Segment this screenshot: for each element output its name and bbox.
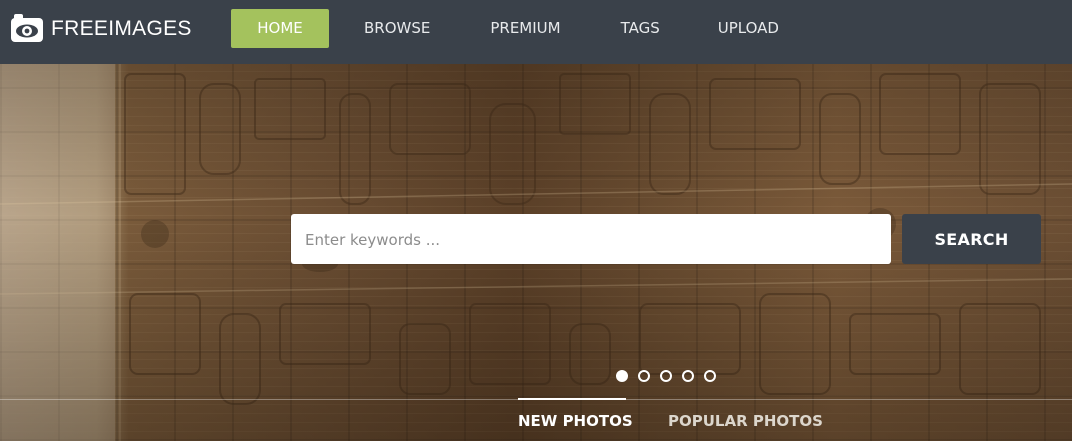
tab-popular-photos[interactable]: POPULAR PHOTOS <box>668 409 823 433</box>
search-button[interactable]: SEARCH <box>902 214 1041 264</box>
tab-new-photos[interactable]: NEW PHOTOS <box>518 409 633 433</box>
carousel-dot-5[interactable] <box>704 370 716 382</box>
carousel-dot-2[interactable] <box>638 370 650 382</box>
carousel-dot-1[interactable] <box>616 370 628 382</box>
site-logo[interactable]: FREEIMAGES <box>10 12 192 46</box>
nav-upload[interactable]: UPLOAD <box>718 9 779 48</box>
carousel-dot-4[interactable] <box>682 370 694 382</box>
brand-name: FREEIMAGES <box>51 17 192 40</box>
top-header: FREEIMAGES HOME BROWSE PREMIUM TAGS UPLO… <box>0 0 1072 64</box>
nav-home[interactable]: HOME <box>231 9 329 48</box>
carousel-dots <box>616 370 726 382</box>
hero-banner: SEARCH NEW PHOTOS POPULAR PHOTOS <box>0 64 1072 441</box>
carousel-dot-3[interactable] <box>660 370 672 382</box>
nav-tags[interactable]: TAGS <box>621 9 660 48</box>
active-tab-indicator <box>518 398 626 400</box>
main-nav: HOME BROWSE PREMIUM TAGS UPLOAD <box>231 9 779 48</box>
search-input[interactable] <box>291 214 891 264</box>
nav-browse[interactable]: BROWSE <box>364 9 430 48</box>
nav-premium[interactable]: PREMIUM <box>490 9 560 48</box>
camera-eye-icon <box>11 14 43 42</box>
